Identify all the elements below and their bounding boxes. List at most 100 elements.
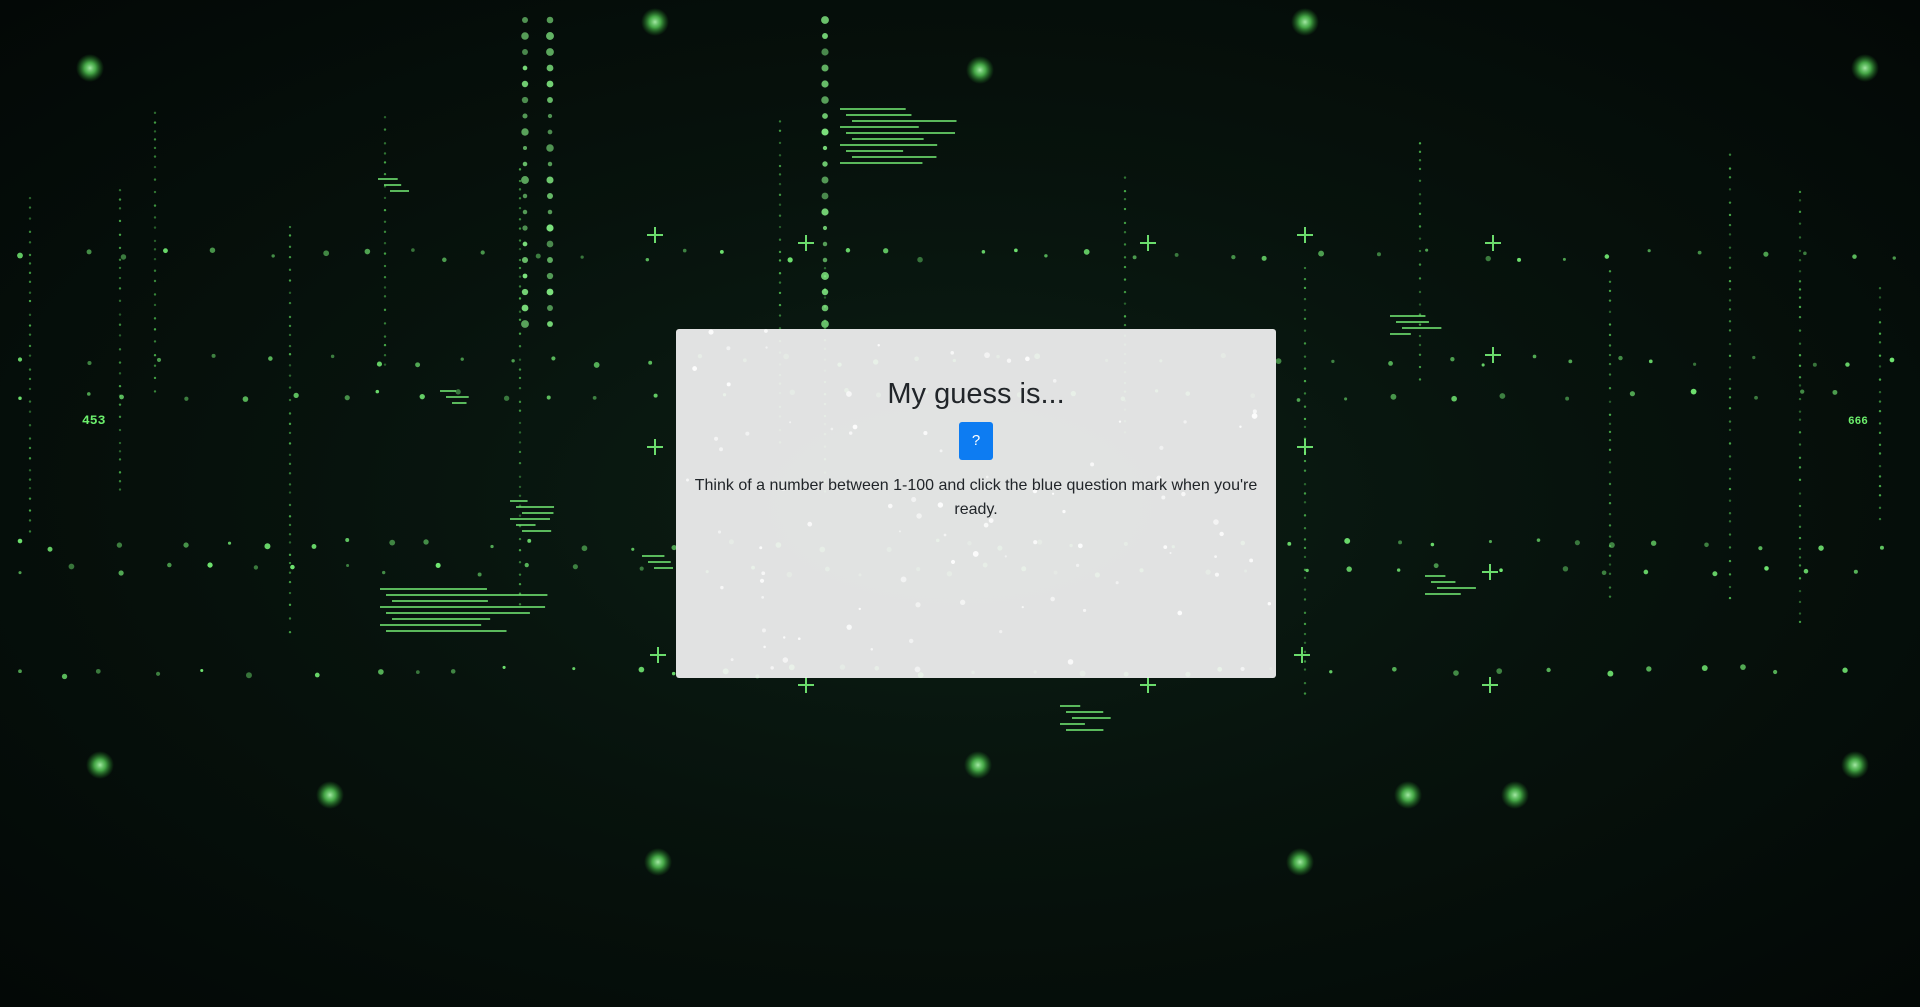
background-dot [821, 16, 829, 24]
background-dot [1798, 504, 1802, 508]
background-dot [86, 249, 92, 255]
background-dot [28, 497, 32, 500]
background-dot [383, 230, 387, 234]
background-dot [1728, 213, 1732, 217]
background-dot [1123, 290, 1127, 294]
dialog-pattern-dot [1115, 581, 1119, 585]
dialog-pattern-dot [939, 449, 943, 453]
background-dot [28, 217, 32, 220]
background-dot [383, 295, 387, 298]
background-dot [288, 333, 292, 337]
background-dot [1798, 288, 1802, 291]
background-dot [87, 392, 91, 396]
background-code-line [1390, 315, 1426, 317]
background-dot [118, 207, 122, 210]
background-dot [778, 164, 782, 168]
background-dot [1014, 248, 1018, 253]
background-dot [1303, 469, 1307, 472]
background-dot [778, 291, 782, 295]
background-dot [1303, 576, 1307, 580]
dialog-pattern-dot [950, 559, 956, 564]
background-dot [572, 564, 578, 570]
background-dot [1418, 378, 1422, 381]
background-dot [1565, 396, 1570, 401]
background-dot [546, 80, 554, 88]
background-dot [1418, 365, 1422, 369]
background-dot [288, 324, 292, 328]
background-dot [1398, 540, 1403, 545]
background-dot [383, 363, 387, 366]
background-dot [28, 299, 32, 303]
background-dot [118, 299, 122, 303]
background-dot [1798, 536, 1802, 540]
background-dot [1303, 355, 1307, 358]
background-dot [1845, 362, 1850, 367]
background-dot [288, 268, 292, 272]
dialog-pattern-dot [1267, 601, 1272, 606]
background-dot [288, 603, 292, 607]
background-code-line [516, 524, 536, 526]
background-dot [518, 227, 522, 230]
background-dot [288, 364, 292, 367]
background-dot [155, 671, 161, 676]
background-dot [1083, 248, 1090, 255]
dialog-pattern-dot [726, 346, 731, 351]
background-dot [822, 161, 828, 167]
guess-button[interactable]: ? [959, 422, 993, 460]
background-code-line [1066, 729, 1104, 731]
background-dot [153, 354, 157, 357]
background-dot [1798, 384, 1802, 387]
dialog-pattern-dot [763, 645, 766, 649]
background-plus [1297, 227, 1313, 243]
dialog-pattern-dot [852, 424, 858, 430]
background-dot [1728, 573, 1732, 576]
background-dot [1608, 471, 1612, 474]
background-dot [822, 241, 828, 247]
background-dot [118, 334, 122, 337]
background-dot [1425, 248, 1429, 252]
background-dot [518, 345, 522, 348]
background-dot [1878, 517, 1882, 521]
background-dot [1418, 167, 1422, 171]
background-dot [288, 291, 292, 295]
background-dot [1608, 512, 1612, 516]
background-dot [518, 573, 522, 576]
dialog-pattern-dot [999, 630, 1003, 634]
background-dot [1601, 570, 1607, 576]
background-dot [1798, 354, 1802, 357]
dialog-pattern-dot [708, 329, 714, 335]
background-dot [535, 253, 541, 259]
background-dot [1608, 344, 1612, 347]
background-dot [118, 266, 122, 270]
background-dot [1728, 201, 1732, 204]
dialog-pattern-dot [1251, 413, 1258, 419]
background-dot [242, 396, 249, 402]
background-dot [1123, 278, 1127, 281]
background-dot [1303, 650, 1307, 654]
dialog-pattern-dot [730, 658, 734, 662]
background-dot [1754, 395, 1758, 400]
background-dot [1305, 568, 1309, 573]
background-dot [28, 344, 32, 348]
background-dot [1728, 487, 1732, 491]
background-dot [518, 603, 522, 606]
dialog-pattern-dot [1239, 425, 1242, 429]
background-dot [288, 442, 292, 445]
background-dot [118, 258, 122, 261]
dialog-pattern-dot [789, 421, 792, 424]
background-dot [1728, 467, 1732, 471]
dialog-pattern-dot [923, 431, 928, 436]
background-dot [1261, 255, 1267, 261]
background-dot [118, 471, 122, 474]
background-dot [1608, 310, 1612, 314]
background-dot [648, 360, 653, 365]
background-dot [821, 64, 829, 72]
background-plus [1485, 347, 1501, 363]
background-dot [518, 197, 522, 200]
dialog-pattern-dot [717, 530, 722, 534]
background-dot [383, 308, 387, 312]
background-dot [778, 129, 782, 132]
background-dot [1303, 546, 1307, 550]
background-code-line [390, 190, 409, 192]
background-dot [1728, 288, 1732, 291]
